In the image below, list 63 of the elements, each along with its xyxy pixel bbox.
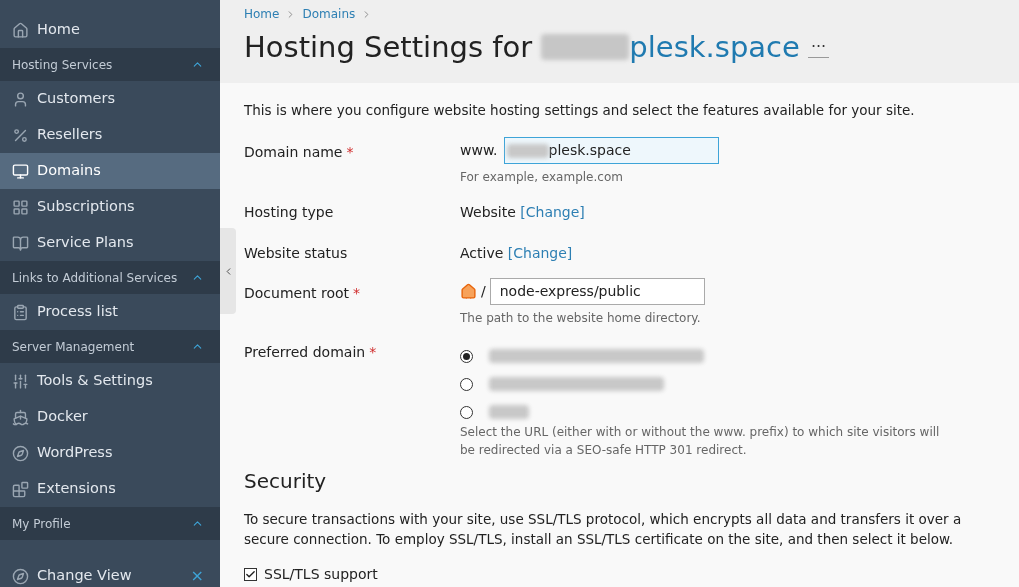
grid-icon	[12, 198, 29, 216]
change-link[interactable]: [Change]	[520, 204, 585, 221]
sidebar-item[interactable]: Extensions	[0, 471, 220, 507]
field-label: Hosting type	[244, 204, 334, 221]
home-icon	[460, 283, 477, 301]
percent-icon	[12, 126, 29, 144]
change-view-label: Change View	[37, 566, 132, 586]
domain-input[interactable]: plesk.space	[503, 137, 719, 165]
field-label: Domain name	[244, 144, 343, 161]
radio-button[interactable]	[460, 377, 473, 391]
sidebar-group[interactable]: Links to Additional Services	[0, 261, 220, 294]
page-title: Hosting Settings for	[244, 29, 534, 66]
checklist-icon	[12, 303, 29, 321]
sidebar-item[interactable]: Service Plans	[0, 225, 220, 261]
radio-button[interactable]	[460, 349, 473, 363]
radio-button[interactable]	[460, 405, 473, 419]
field-label: Website status	[244, 245, 348, 262]
blocks-icon	[12, 480, 29, 498]
monitor-icon	[12, 162, 29, 180]
change-link[interactable]: [Change]	[507, 245, 573, 262]
sidebar-group[interactable]: My Profile	[0, 507, 220, 540]
sidebar-item[interactable]: WordPress	[0, 435, 220, 471]
ship-icon	[12, 408, 29, 426]
sliders-icon	[12, 372, 29, 390]
checkbox[interactable]	[244, 568, 257, 582]
required-mark: *	[353, 285, 361, 302]
sidebar-item[interactable]: Docker	[0, 399, 220, 435]
sidebar-collapse-handle[interactable]	[220, 228, 236, 314]
hosting-type-value: Website	[460, 204, 517, 221]
domain-link[interactable]: plesk.space	[629, 27, 800, 67]
field-label: Preferred domain	[244, 344, 366, 361]
sidebar-item[interactable]: Process list	[0, 294, 220, 330]
hint-text: For example, example.com	[460, 169, 624, 187]
checkbox-label: SSL/TLS support	[264, 565, 378, 585]
sidebar-item[interactable]: Customers	[0, 81, 220, 117]
sidebar-item[interactable]: Resellers	[0, 117, 220, 153]
required-mark: *	[369, 344, 377, 361]
intro-text: This is where you configure website hosting settings and select the features available for your site.	[244, 101, 916, 120]
blurred-text	[506, 143, 549, 158]
www-prefix: www.	[460, 141, 498, 161]
home-icon	[12, 21, 29, 39]
section-heading: Security	[244, 468, 328, 496]
sidebar-group[interactable]: Server Management	[0, 330, 220, 363]
document-root-input[interactable]: node-express/public	[489, 278, 705, 306]
status-value: Active	[460, 245, 505, 262]
breadcrumb-link[interactable]: Home	[244, 5, 280, 23]
path-separator: /	[481, 282, 486, 302]
sidebar-group[interactable]: Hosting Services	[0, 48, 220, 81]
sidebar-item[interactable]: Domains	[0, 153, 220, 189]
security-text: To secure transactions with your site, use SSL/TLS protocol, which encrypts all data and transfers it over a secure connection. To employ SSL/TLS, install an SSL/TLS certificate on the site, and then select it below.	[244, 510, 963, 550]
sidebar-item[interactable]: Home	[0, 12, 220, 48]
blurred-text	[489, 405, 529, 420]
breadcrumb-link[interactable]: Domains	[302, 5, 356, 23]
sidebar-item[interactable]: Tools & Settings	[0, 363, 220, 399]
hint-text: The path to the website home directory.	[460, 310, 702, 328]
required-mark: *	[346, 144, 354, 161]
compass-icon	[12, 567, 29, 585]
book-icon	[12, 234, 29, 252]
sidebar-item[interactable]: Subscriptions	[0, 189, 220, 225]
field-label: Document root	[244, 285, 350, 302]
more-button[interactable]: ···	[807, 36, 830, 58]
hint-text: Select the URL (either with or without the www. prefix) to which site visitors will be redirected via a SEO-safe HTTP 301 redirect.	[460, 424, 940, 460]
user-icon	[12, 90, 29, 108]
